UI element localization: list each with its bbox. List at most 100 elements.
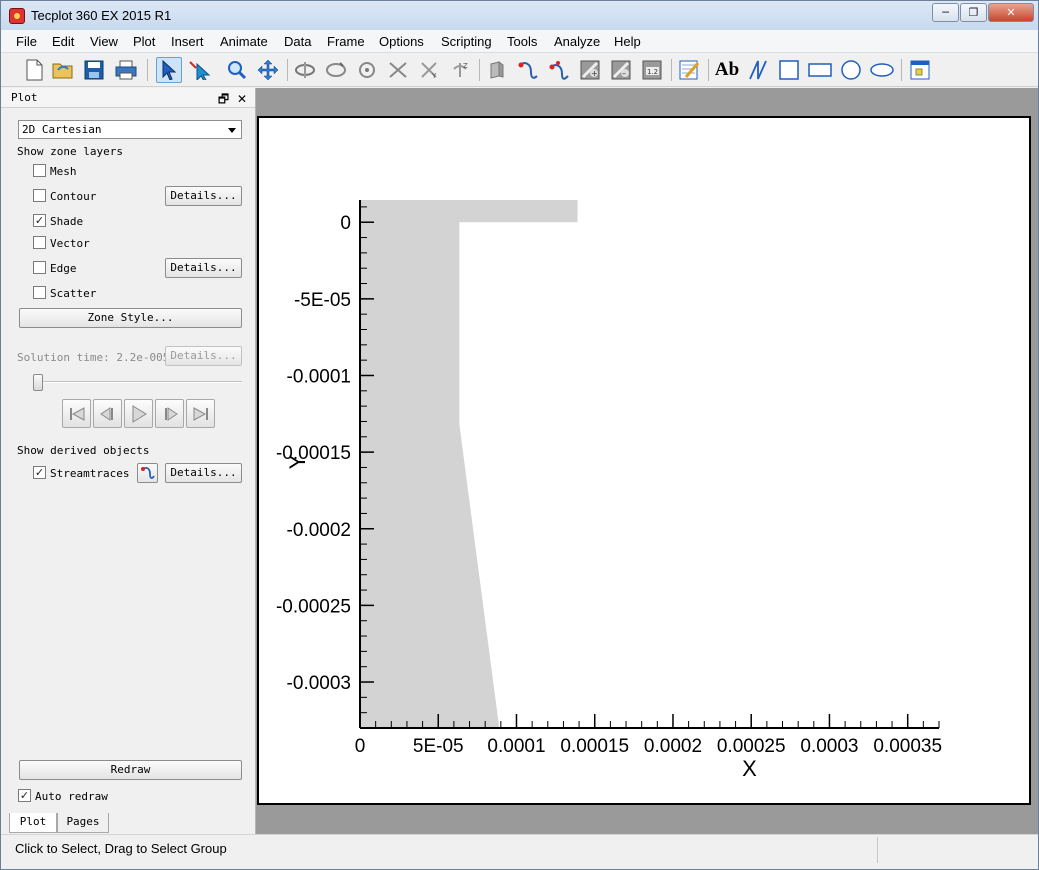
slice-remove-icon[interactable]: – [608,57,634,83]
menu-bar: File Edit View Plot Insert Animate Data … [1,30,1038,53]
edge-details-button[interactable]: Details... [165,258,242,278]
select-arrow-icon[interactable] [156,57,182,83]
first-step-button[interactable] [62,399,91,428]
contour-details-button[interactable]: Details... [165,186,242,206]
svg-text:1.2: 1.2 [647,68,658,76]
toolbar: Y Z + – 1.2 Ab [1,54,1038,87]
checkbox-vector[interactable] [33,236,46,249]
frame-edit-icon[interactable] [676,57,702,83]
print-icon[interactable] [113,57,139,83]
y-tick-label: -5E-05 [294,290,351,311]
y-tick-label: -0.0002 [287,520,351,541]
skip-last-icon [193,406,208,421]
zoom-icon[interactable] [224,57,250,83]
menu-insert[interactable]: Insert [171,34,204,49]
contour-label-icon[interactable]: 1.2 [639,57,665,83]
checkbox-shade[interactable]: ✓ [33,214,46,227]
sidebar-header: Plot 🗗 ✕ [1,88,255,108]
maximize-button[interactable]: ❐ [960,3,987,22]
minimize-button[interactable]: ─ [932,3,959,22]
step-back-icon [99,406,113,421]
streamtrace-add-icon[interactable] [515,57,541,83]
streamtrace-tool-button[interactable] [137,463,158,483]
rotate-xy-icon[interactable] [385,57,411,83]
play-button[interactable] [124,399,153,428]
auto-redraw-label: Auto redraw [35,790,108,803]
streamtrace-rake-icon[interactable] [546,57,572,83]
solution-time-slider-thumb[interactable] [33,374,43,391]
derived-objects-heading: Show derived objects [17,444,150,457]
layer-label-scatter: Scatter [50,287,97,300]
menu-edit[interactable]: Edit [52,34,74,49]
menu-plot[interactable]: Plot [133,34,155,49]
open-file-icon[interactable] [50,57,76,83]
y-tick-label: 0 [340,213,351,234]
spherical-rotate-icon[interactable] [354,57,380,83]
svg-text:Z: Z [463,62,468,70]
ellipse-icon[interactable] [869,57,895,83]
checkbox-scatter[interactable] [33,286,46,299]
probe-icon[interactable] [484,57,510,83]
menu-view[interactable]: View [90,34,118,49]
x-tick-label: 0.0002 [644,736,702,757]
play-icon [132,404,147,423]
y-tick-label: -0.0001 [287,366,351,387]
menu-scripting[interactable]: Scripting [441,34,492,49]
menu-help[interactable]: Help [614,34,641,49]
step-forward-button[interactable] [155,399,184,428]
tab-plot[interactable]: Plot [9,813,57,833]
translate-icon[interactable] [255,57,281,83]
status-bar: Click to Select, Drag to Select Group [1,834,1038,869]
shaded-zone-0 [360,200,578,728]
rotate-x-icon[interactable] [323,57,349,83]
menu-animate[interactable]: Animate [220,34,268,49]
checkbox-mesh[interactable] [33,164,46,177]
plot-canvas[interactable]: 0 5E-05 0.0001 0.00015 0.0002 0.00025 0.0003 0.… [259,118,1029,803]
svg-text:–: – [622,69,626,78]
slice-add-icon[interactable]: + [577,57,603,83]
new-file-icon[interactable] [21,57,47,83]
menu-options[interactable]: Options [379,34,424,49]
checkbox-contour[interactable] [33,189,46,202]
layer-label-contour: Contour [50,190,97,203]
y-tick-label: -0.00025 [276,596,351,617]
polyline-icon[interactable] [745,57,771,83]
menu-tools[interactable]: Tools [507,34,537,49]
x-tick-label: 0.0003 [800,736,858,757]
rotate-z-icon[interactable]: Z [447,57,473,83]
redraw-button[interactable]: Redraw [19,760,242,780]
rotate-xz-icon[interactable]: Y [416,57,442,83]
solution-time-slider-track[interactable] [37,381,242,383]
checkbox-streamtraces[interactable]: ✓ [33,466,46,479]
close-button[interactable]: ✕ [988,3,1034,22]
rectangle-icon[interactable] [807,57,833,83]
menu-file[interactable]: File [16,34,37,49]
svg-text:+: + [591,69,598,78]
solution-time-details-button[interactable]: Details... [165,346,242,366]
y-tick-label: -0.0003 [287,673,351,694]
streamtraces-details-button[interactable]: Details... [165,463,242,483]
frame-add-icon[interactable] [907,57,933,83]
adjustor-arrow-icon[interactable] [187,57,213,83]
menu-analyze[interactable]: Analyze [554,34,600,49]
last-step-button[interactable] [186,399,215,428]
menu-frame[interactable]: Frame [327,34,365,49]
rotate-icon[interactable] [292,57,318,83]
plot-frame[interactable]: 0 5E-05 0.0001 0.00015 0.0002 0.00025 0.0003 0.… [257,116,1031,805]
circle-icon[interactable] [838,57,864,83]
plot-type-select[interactable]: 2D Cartesian [18,120,242,139]
checkbox-edge[interactable] [33,261,46,274]
square-icon[interactable] [776,57,802,83]
checkbox-auto-redraw[interactable]: ✓ [18,789,31,802]
save-icon[interactable] [81,57,107,83]
float-panel-icon[interactable]: 🗗 [218,92,229,106]
menu-data[interactable]: Data [284,34,311,49]
tab-pages[interactable]: Pages [57,813,109,833]
text-icon[interactable]: Ab [714,57,740,83]
svg-text:Y: Y [431,72,437,80]
y-axis-title: Y [285,454,310,469]
plot-sidebar: Plot 🗗 ✕ 2D Cartesian Show zone layers M… [1,88,256,834]
close-panel-icon[interactable]: ✕ [237,92,247,106]
step-back-button[interactable] [93,399,122,428]
zone-style-button[interactable]: Zone Style... [19,308,242,328]
